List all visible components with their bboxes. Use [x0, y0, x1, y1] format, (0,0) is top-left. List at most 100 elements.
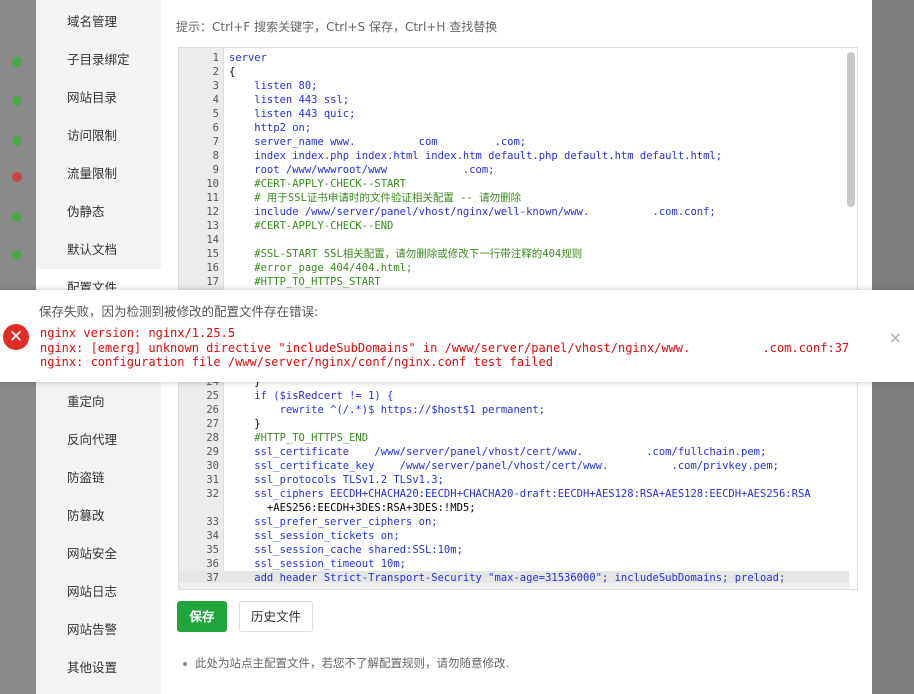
code-line[interactable]: 6 http2 on; [179, 121, 849, 135]
sidebar-item-site-logs[interactable]: 网站日志 [36, 573, 161, 611]
code-line[interactable]: 25 if ($isRedcert != 1) { [179, 389, 849, 403]
code-line[interactable]: 32 ssl_ciphers EECDH+CHACHA20:EECDH+CHAC… [179, 487, 849, 501]
code-line[interactable]: 5 listen 443 quic; [179, 107, 849, 121]
code-text: include /www/server/panel/vhost/nginx/we… [229, 206, 716, 218]
line-number: 3 [212, 80, 219, 92]
line-number: 35 [206, 544, 219, 556]
code-line[interactable]: 1 server [179, 51, 849, 65]
error-line-test-failed: nginx: configuration file /www/server/ng… [40, 355, 553, 369]
code-text: #CERT-APPLY-CHECK--START [229, 178, 407, 190]
sidebar-item-site-security[interactable]: 网站安全 [36, 535, 161, 573]
error-title: 保存失败，因为检测到被修改的配置文件存在错误: [39, 304, 319, 319]
sidebar-item-rewrite[interactable]: 伪静态 [36, 193, 161, 231]
config-note: 此处为站点主配置文件，若您不了解配置规则，请勿随意修改. [183, 655, 509, 671]
line-number: 29 [206, 446, 219, 458]
code-text: ssl_session_cache shared:SSL:10m; [229, 544, 463, 556]
bullet-icon [183, 661, 187, 666]
code-line[interactable]: 10 #CERT-APPLY-CHECK--START [179, 177, 849, 191]
line-number: 36 [206, 558, 219, 570]
code-line[interactable]: 35 ssl_session_cache shared:SSL:10m; [179, 543, 849, 557]
code-text: #SSL-START SSL相关配置，请勿删除或修改下一行带注释的404规则 [229, 248, 583, 260]
code-text: #error_page 404/404.html; [229, 262, 413, 274]
code-line[interactable]: 13 #CERT-APPLY-CHECK--END [179, 219, 849, 233]
status-dot [12, 57, 22, 67]
code-line[interactable]: 12 include /www/server/panel/vhost/nginx… [179, 205, 849, 219]
code-line[interactable]: 2{ [179, 65, 849, 79]
code-line[interactable]: 15 #SSL-START SSL相关配置，请勿删除或修改下一行带注释的404规… [179, 247, 849, 261]
code-text: +AES256:EECDH+3DES:RSA+3DES:!MD5; [229, 502, 476, 514]
shortcut-hint: 提示：Ctrl+F 搜索关键字，Ctrl+S 保存，Ctrl+H 查找替换 [176, 20, 498, 34]
editor-horizontal-scrollbar[interactable] [179, 583, 849, 589]
sidebar-item-site-alerts[interactable]: 网站告警 [36, 611, 161, 649]
code-line[interactable]: 28 #HTTP_TO_HTTPS_END [179, 431, 849, 445]
code-text: listen 80; [229, 80, 318, 92]
code-line[interactable]: 31 ssl_protocols TLSv1.2 TLSv1.3; [179, 473, 849, 487]
line-number: 11 [206, 192, 219, 204]
error-line-version: nginx version: nginx/1.25.5 [40, 326, 236, 340]
editor-scrollbar[interactable] [847, 52, 855, 207]
line-number: 12 [206, 206, 219, 218]
code-line[interactable]: 11 # 用于SSL证书申请时的文件验证相关配置 -- 请勿删除 [179, 191, 849, 205]
sidebar-item-redirect[interactable]: 重定向 [36, 383, 161, 421]
error-line-directive: nginx: [emerg] unknown directive "includ… [40, 341, 850, 355]
code-text: # 用于SSL证书申请时的文件验证相关配置 -- 请勿删除 [229, 192, 522, 204]
line-number: 2 [212, 66, 219, 78]
line-number: 6 [212, 122, 219, 134]
line-number: 7 [212, 136, 219, 148]
line-number: 10 [206, 178, 219, 190]
code-line[interactable]: 9 root /www/wwwroot/www .com; [179, 163, 849, 177]
code-text: index index.php index.html index.htm def… [229, 150, 723, 162]
code-line[interactable]: 16 #error_page 404/404.html; [179, 261, 849, 275]
code-line[interactable]: 8 index index.php index.html index.htm d… [179, 149, 849, 163]
status-dot [12, 172, 22, 182]
save-button[interactable]: 保存 [177, 601, 227, 632]
status-dot [12, 96, 22, 106]
sidebar-item-subdir[interactable]: 子目录绑定 [36, 41, 161, 79]
sidebar-item-other-settings[interactable]: 其他设置 [36, 649, 161, 687]
code-text: listen 443 ssl; [229, 94, 350, 106]
sidebar-item-tamper-proof[interactable]: 防篡改 [36, 497, 161, 535]
sidebar-item-site-dir[interactable]: 网站目录 [36, 79, 161, 117]
line-number: 27 [206, 418, 219, 430]
code-line[interactable]: 3 listen 80; [179, 79, 849, 93]
line-number: 14 [206, 234, 219, 246]
code-text: root /www/wwwroot/www .com; [229, 164, 495, 176]
code-line[interactable]: 17 #HTTP_TO_HTTPS_START [179, 275, 849, 289]
sidebar-item-default-doc[interactable]: 默认文档 [36, 231, 161, 269]
config-note-text: 此处为站点主配置文件，若您不了解配置规则，请勿随意修改. [195, 656, 510, 670]
line-number: 26 [206, 404, 219, 416]
line-number: 16 [206, 262, 219, 274]
code-line[interactable]: 27 } [179, 417, 849, 431]
code-text: listen 443 quic; [229, 108, 356, 120]
sidebar-item-traffic-limit[interactable]: 流量限制 [36, 155, 161, 193]
code-text: #HTTP_TO_HTTPS_END [229, 432, 369, 444]
line-number: 25 [206, 390, 219, 402]
line-number: 30 [206, 460, 219, 472]
code-line[interactable]: 33 ssl_prefer_server_ciphers on; [179, 515, 849, 529]
code-text: rewrite ^(/.*)$ https://$host$1 permanen… [229, 404, 546, 416]
code-line[interactable]: 26 rewrite ^(/.*)$ https://$host$1 perma… [179, 403, 849, 417]
code-line[interactable]: 29 ssl_certificate /www/server/panel/vho… [179, 445, 849, 459]
history-file-button[interactable]: 历史文件 [239, 601, 313, 632]
line-number: 13 [206, 220, 219, 232]
sidebar-item-hotlink[interactable]: 防盗链 [36, 459, 161, 497]
line-number: 31 [206, 474, 219, 486]
line-number: 34 [206, 530, 219, 542]
code-line[interactable]: 14 [179, 233, 849, 247]
code-text: ssl_protocols TLSv1.2 TLSv1.3; [229, 474, 444, 486]
code-line[interactable]: 30 ssl_certificate_key /www/server/panel… [179, 459, 849, 473]
status-dot [12, 212, 22, 222]
code-line[interactable]: 36 ssl_session_timeout 10m; [179, 557, 849, 571]
code-line[interactable]: 34 ssl_session_tickets on; [179, 529, 849, 543]
sidebar-item-domain[interactable]: 域名管理 [36, 3, 161, 41]
line-number: 28 [206, 432, 219, 444]
line-number: 15 [206, 248, 219, 260]
code-line[interactable]: 7 server_name www. com .com; [179, 135, 849, 149]
line-number: 1 [212, 52, 219, 64]
code-line[interactable]: 4 listen 443 ssl; [179, 93, 849, 107]
close-icon[interactable]: × [889, 328, 902, 347]
sidebar-item-reverse-proxy[interactable]: 反向代理 [36, 421, 161, 459]
code-text: ssl_prefer_server_ciphers on; [229, 516, 438, 528]
sidebar-item-access-limit[interactable]: 访问限制 [36, 117, 161, 155]
code-line[interactable]: +AES256:EECDH+3DES:RSA+3DES:!MD5; [179, 501, 849, 515]
